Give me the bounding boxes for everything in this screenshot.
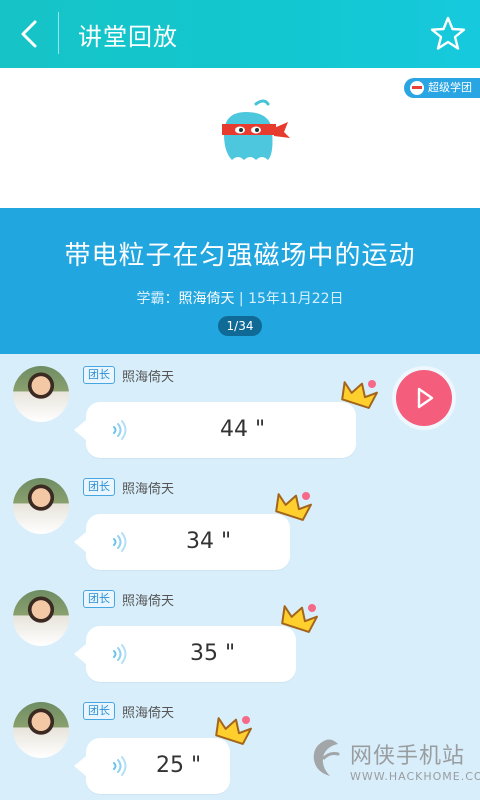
username: 照海倚天 <box>122 594 175 609</box>
voice-bubble[interactable]: 44 " <box>74 402 356 458</box>
voice-bubble[interactable]: 35 " <box>74 626 296 682</box>
username: 照海倚天 <box>122 706 175 721</box>
role-tag: 团长 <box>83 478 115 496</box>
voice-duration: 25 " <box>156 753 202 778</box>
list-item: 团长 照海倚天 35 " <box>0 584 480 696</box>
audio-wave-icon <box>113 644 127 664</box>
audio-wave-icon <box>113 420 127 440</box>
voice-duration: 34 " <box>186 529 232 554</box>
header-divider <box>58 12 59 54</box>
crown-icon <box>215 716 252 745</box>
list-item: 团长 照海倚天 34 " <box>0 472 480 584</box>
watermark-url: WWW.HACKHOME.COM <box>350 770 480 783</box>
meta-prefix: 学霸： <box>136 291 179 307</box>
voice-duration: 44 " <box>220 417 266 442</box>
page-title: 讲堂回放 <box>78 23 178 51</box>
lesson-info: 带电粒子在匀强磁场中的运动 学霸：照海倚天 | 15年11月22日 1/34 <box>0 208 480 354</box>
lesson-meta: 学霸：照海倚天 | 15年11月22日 <box>0 288 480 308</box>
meta-date: | 15年11月22日 <box>234 291 344 307</box>
role-tag: 团长 <box>83 590 115 608</box>
star-icon <box>430 16 466 50</box>
page-indicator: 1/34 <box>218 316 262 336</box>
back-icon <box>21 20 37 48</box>
role-tag: 团长 <box>83 366 115 384</box>
avatar[interactable] <box>13 366 69 422</box>
crown-icon <box>341 380 378 409</box>
play-button[interactable] <box>396 370 452 426</box>
brand-label: 超级学团 <box>428 81 472 94</box>
username: 照海倚天 <box>122 370 175 385</box>
avatar[interactable] <box>13 590 69 646</box>
voice-duration: 35 " <box>190 641 236 666</box>
banner: 超级学团 <box>0 68 480 208</box>
meta-name: 照海倚天 <box>178 291 235 307</box>
back-button[interactable] <box>12 14 48 54</box>
audio-wave-icon <box>113 756 127 776</box>
watermark-logo-icon <box>313 739 340 776</box>
brand-badge: 超级学团 <box>404 78 480 98</box>
mascot-icon <box>222 99 290 160</box>
favorite-button[interactable] <box>428 14 468 54</box>
role-tag: 团长 <box>83 702 115 720</box>
watermark-brand: 网侠手机站 <box>350 744 466 769</box>
audio-wave-icon <box>113 532 127 552</box>
lesson-title: 带电粒子在匀强磁场中的运动 <box>64 241 416 271</box>
crown-icon <box>275 492 312 521</box>
voice-bubble[interactable]: 34 " <box>74 514 290 570</box>
watermark: 网侠手机站 WWW.HACKHOME.COM <box>306 730 480 794</box>
voice-bubble[interactable]: 25 " <box>74 738 230 794</box>
top-bar: 讲堂回放 <box>0 0 480 68</box>
avatar[interactable] <box>13 478 69 534</box>
avatar[interactable] <box>13 702 69 758</box>
mini-mascot-icon <box>410 81 424 95</box>
username: 照海倚天 <box>122 482 175 497</box>
crown-icon <box>281 604 318 633</box>
play-icon <box>417 387 434 409</box>
